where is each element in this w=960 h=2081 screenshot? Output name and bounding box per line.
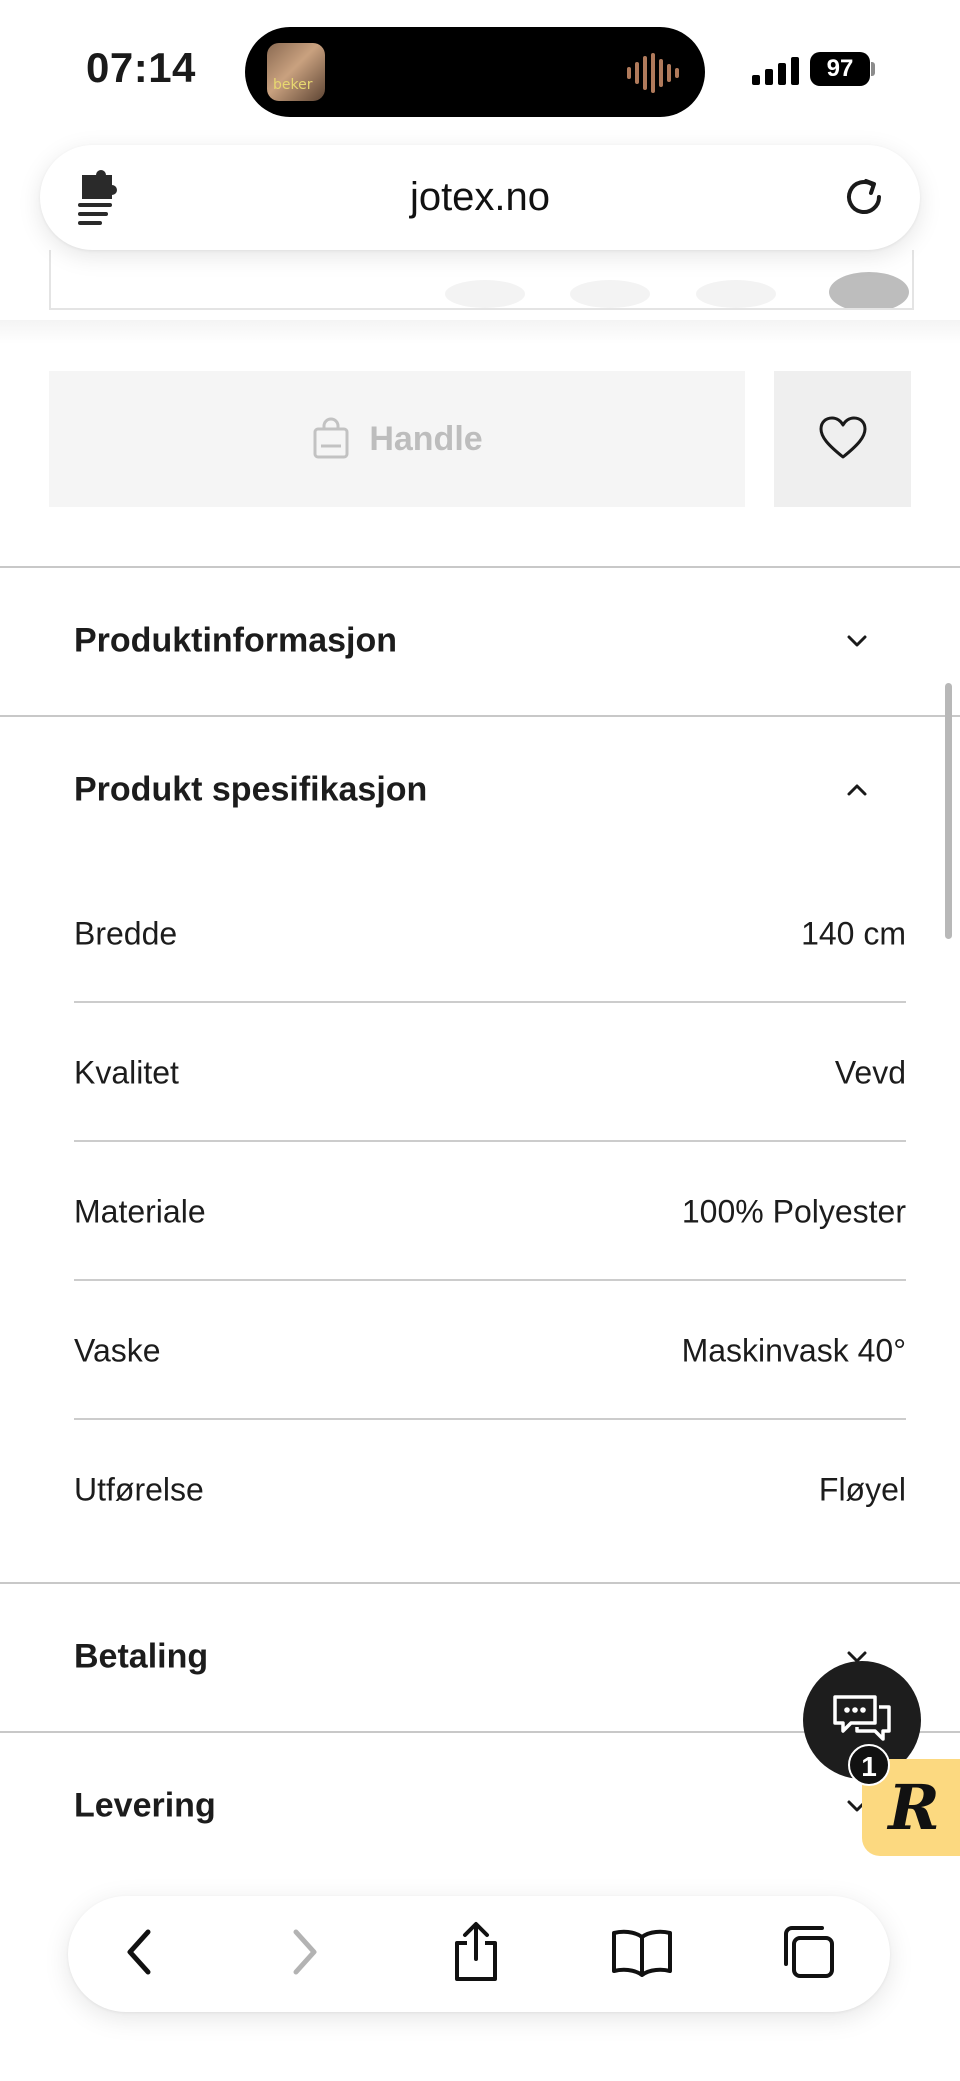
accordion-title: Produktinformasjon	[74, 621, 398, 660]
browser-toolbar	[68, 1896, 890, 2012]
battery-tip	[871, 62, 875, 76]
chevron-right-icon	[284, 1924, 324, 1985]
spec-value: 140 cm	[801, 915, 906, 951]
chat-notification-badge: 1	[848, 1744, 890, 1786]
add-to-cart-button[interactable]: Handle	[49, 371, 745, 507]
spec-row-washing: Vaske Maskinvask 40°	[74, 1281, 906, 1420]
spec-row-material: Materiale 100% Polyester	[74, 1142, 906, 1281]
page-scrollbar[interactable]	[945, 683, 952, 939]
accordion-title: Levering	[74, 1786, 216, 1825]
chevron-up-icon	[843, 776, 871, 804]
forward-button[interactable]	[268, 1918, 340, 1990]
spec-row-finish: Utførelse Fløyel	[74, 1420, 906, 1559]
spec-label: Kvalitet	[74, 1054, 179, 1090]
chat-bubbles-icon	[831, 1691, 893, 1750]
bookmarks-button[interactable]	[606, 1918, 678, 1990]
accordion-title: Betaling	[74, 1637, 209, 1676]
spec-row-width: Bredde 140 cm	[74, 864, 906, 1003]
battery-indicator: 97	[810, 52, 870, 86]
shopping-bag-icon	[311, 416, 351, 463]
chevron-left-icon	[120, 1924, 160, 1985]
tabs-icon	[778, 1922, 838, 1987]
color-swatch-container	[49, 250, 914, 310]
spec-value: Vevd	[834, 1054, 906, 1090]
accordion-product-spec[interactable]: Produkt spesifikasjon	[0, 717, 960, 863]
book-icon	[610, 1927, 674, 1982]
spec-value: Fløyel	[818, 1471, 906, 1507]
address-bar[interactable]: jotex.no	[40, 145, 920, 250]
status-time: 07:14	[86, 44, 196, 91]
spec-label: Utførelse	[74, 1471, 204, 1507]
spec-row-quality: Kvalitet Vevd	[74, 1003, 906, 1142]
tabs-button[interactable]	[772, 1918, 844, 1990]
accordion-product-info[interactable]: Produktinformasjon	[0, 568, 960, 714]
accordion-title: Produkt spesifikasjon	[74, 770, 428, 809]
spec-label: Bredde	[74, 915, 178, 951]
audio-waveform-icon	[627, 53, 679, 93]
now-playing-art-text: beker	[273, 77, 313, 93]
back-button[interactable]	[104, 1918, 176, 1990]
rating-widget-logo: R	[888, 1771, 940, 1844]
section-shadow	[0, 320, 960, 344]
now-playing-artwork: beker	[267, 43, 325, 101]
spec-label: Vaske	[74, 1332, 161, 1368]
spec-label: Materiale	[74, 1193, 206, 1229]
url-text[interactable]: jotex.no	[40, 175, 920, 220]
reload-icon[interactable]	[836, 169, 892, 225]
dynamic-island[interactable]: beker	[245, 27, 705, 117]
cellular-signal-icon	[752, 55, 799, 85]
share-button[interactable]	[440, 1918, 512, 1990]
chevron-down-icon	[843, 627, 871, 655]
add-to-cart-label: Handle	[369, 419, 483, 458]
favorite-button[interactable]	[774, 371, 911, 507]
spec-value: Maskinvask 40°	[681, 1332, 906, 1368]
heart-icon	[818, 415, 868, 464]
spec-value: 100% Polyester	[681, 1193, 906, 1229]
share-icon	[450, 1921, 502, 1988]
